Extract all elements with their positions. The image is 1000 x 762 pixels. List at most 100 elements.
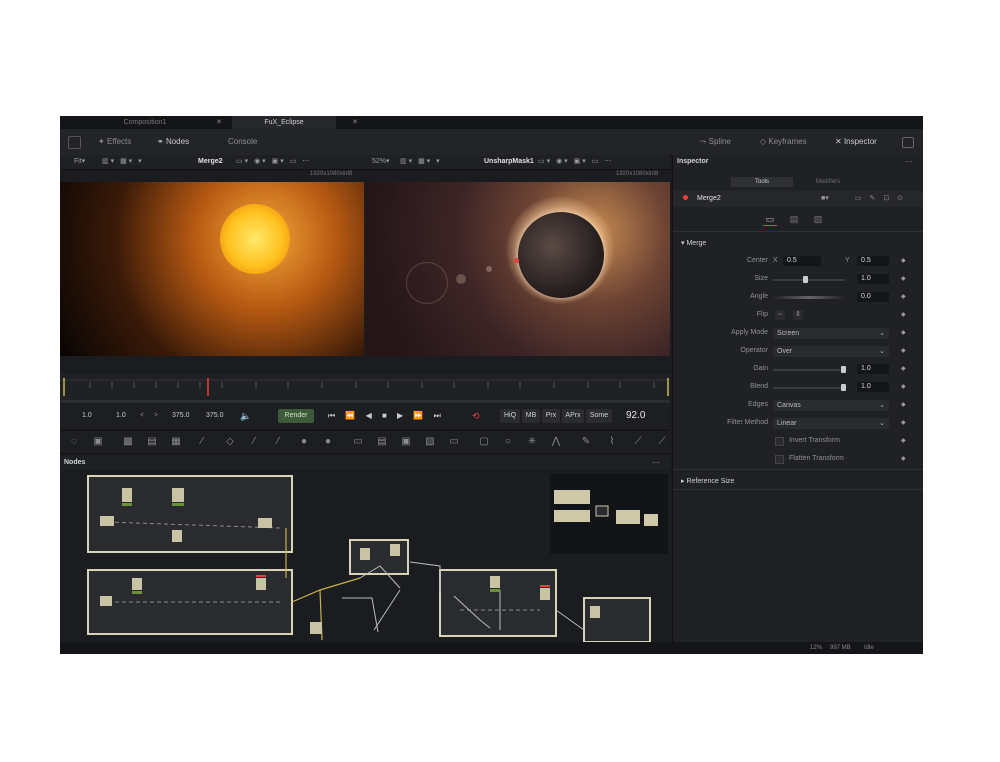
angle-field[interactable]: 0.0 — [857, 292, 889, 302]
image-tool-icon[interactable]: ▩ — [122, 436, 134, 448]
prx-button[interactable]: Prx — [542, 409, 560, 423]
keyframe-dot[interactable]: ◆ — [901, 437, 906, 444]
spline-button[interactable]: ⤳ Spline — [700, 129, 731, 155]
tab-fux-eclipse[interactable]: FuX_Eclipse ✕ — [232, 116, 358, 129]
keyframe-dot[interactable]: ◆ — [901, 329, 906, 336]
render-button[interactable]: Render — [278, 409, 314, 423]
camera-tool-icon[interactable]: ⟋ — [632, 436, 644, 448]
tab-tools[interactable]: Tools — [731, 177, 793, 187]
section-reference-toggle[interactable]: ▸ Reference Size — [681, 477, 734, 485]
bspline-tool-icon[interactable]: ⁄ — [248, 436, 260, 448]
loop-icon[interactable]: ⟲ — [472, 404, 480, 428]
some-button[interactable]: Some — [586, 409, 612, 423]
audio-icon[interactable]: 🔈 — [240, 404, 251, 428]
viewer-right[interactable] — [366, 182, 670, 356]
panel-toggle-icon[interactable] — [68, 136, 81, 149]
display-icon[interactable] — [902, 137, 914, 148]
mask-tool-icon[interactable]: ▦ — [170, 436, 182, 448]
hiq-button[interactable]: HiQ — [500, 409, 520, 423]
tracker-tool-icon[interactable]: ⋀ — [550, 436, 562, 448]
scrub-bar[interactable] — [60, 400, 670, 403]
console-button[interactable]: Console — [228, 129, 257, 155]
viewer-right-controls[interactable]: ▥▾ ▦▾ ▾ — [400, 155, 442, 169]
color-tool-icon[interactable]: ▣ — [400, 436, 412, 448]
blend-slider-handle[interactable] — [841, 384, 846, 391]
pen-tool-icon[interactable]: ✎ — [580, 436, 592, 448]
effects-button[interactable]: ✦ Effects — [98, 129, 131, 155]
warp-tool-icon[interactable]: ⌇ — [606, 436, 618, 448]
size-slider-handle[interactable] — [803, 276, 808, 283]
blend-field[interactable]: 1.0 — [857, 382, 889, 392]
settings-tab-icon[interactable]: ▤ — [787, 213, 801, 225]
viewer-left[interactable] — [60, 182, 364, 356]
step-back-icon[interactable]: < — [140, 404, 144, 428]
viewer-left-options[interactable]: ▭▾ ◉▾ ▣▾ ▭ ⋯ — [236, 155, 311, 169]
global-end-field[interactable]: 375.0 — [206, 404, 224, 428]
text-tool-icon[interactable]: ▤ — [146, 436, 158, 448]
center-y-field[interactable]: 0.5 — [857, 256, 889, 266]
transform-tab-icon[interactable]: ▧ — [811, 213, 825, 225]
shape-tool-icon[interactable]: ▢ — [478, 436, 490, 448]
paint-tool-icon[interactable]: ▣ — [92, 436, 104, 448]
aprx-button[interactable]: APrx — [562, 409, 584, 423]
operator-select[interactable]: Over ⌄ — [773, 346, 889, 357]
line-tool-icon[interactable]: ⁄ — [272, 436, 284, 448]
magic-tool-icon[interactable]: ⟋ — [656, 436, 668, 448]
keyframe-dot[interactable]: ◆ — [901, 311, 906, 318]
viewer-right-options[interactable]: ▭▾ ◉▾ ▣▾ ▭ ⋯ — [538, 155, 613, 169]
blend-slider[interactable] — [773, 387, 845, 389]
apply-mode-select[interactable]: Screen ⌄ — [773, 328, 889, 339]
gain-field[interactable]: 1.0 — [857, 364, 889, 374]
zoom-dropdown[interactable]: 52%▾ — [372, 155, 390, 169]
particle-tool-icon[interactable]: ✳ — [526, 436, 538, 448]
section-merge-toggle[interactable]: ▾ Merge — [681, 239, 706, 247]
playback-controls[interactable]: ⏮ ⏪ ◀ ■ ▶ ⏩ ⏭ — [328, 404, 445, 428]
polygon-tool-icon[interactable]: ◇ — [224, 436, 236, 448]
blur-tool-icon[interactable]: ● — [322, 436, 334, 448]
tab-composition1[interactable]: Composition1 ✕ — [60, 116, 230, 129]
node-actions[interactable]: ▭ ✎ ⊡ ⊙ — [855, 191, 906, 207]
size-field[interactable]: 1.0 — [857, 274, 889, 284]
flatten-transform-checkbox[interactable] — [775, 455, 784, 464]
center-handle[interactable] — [514, 258, 519, 263]
brush-tool-icon[interactable]: ⁄ — [196, 436, 208, 448]
mb-button[interactable]: MB — [522, 409, 540, 423]
crop-tool-icon[interactable]: ▭ — [448, 436, 460, 448]
gain-slider[interactable] — [773, 369, 845, 371]
filter-method-select[interactable]: Linear ⌄ — [773, 418, 889, 429]
keyframe-dot[interactable]: ◆ — [901, 275, 906, 282]
flip-vertical-icon[interactable]: ⇕ — [793, 310, 803, 320]
background-tool-icon[interactable]: ◌ — [68, 436, 80, 448]
render-start-field[interactable]: 1.0 — [116, 404, 126, 428]
drop-tool-icon[interactable]: ● — [298, 436, 310, 448]
close-icon[interactable]: ✕ — [216, 116, 222, 129]
nodes-menu-icon[interactable]: ⋯ — [652, 456, 660, 470]
global-start-field[interactable]: 1.0 — [82, 404, 92, 428]
keyframe-dot[interactable]: ◆ — [901, 257, 906, 264]
render-end-field[interactable]: 375.0 — [172, 404, 190, 428]
keyframe-dot[interactable]: ◆ — [901, 455, 906, 462]
controls-tab-icon[interactable]: ▭ — [763, 213, 777, 226]
node-options-icon[interactable]: ■▾ — [821, 191, 829, 207]
angle-wheel[interactable] — [773, 296, 845, 299]
resize-tool-icon[interactable]: ▧ — [424, 436, 436, 448]
node-header[interactable]: Merge2 ■▾ ▭ ✎ ⊡ ⊙ — [673, 191, 923, 207]
tab-modifiers[interactable]: Modifiers — [797, 177, 859, 187]
center-x-field[interactable]: 0.5 — [783, 256, 821, 266]
inspector-menu-icon[interactable]: ⋯ — [905, 155, 913, 169]
keyframe-dot[interactable]: ◆ — [901, 401, 906, 408]
keyframe-dot[interactable]: ◆ — [901, 365, 906, 372]
merge-tool-icon[interactable]: ▭ — [352, 436, 364, 448]
time-ruler[interactable] — [60, 374, 670, 400]
nodes-button[interactable]: ⚭ Nodes — [157, 129, 189, 155]
keyframe-dot[interactable]: ◆ — [901, 293, 906, 300]
close-icon[interactable]: ✕ — [352, 116, 358, 129]
current-frame[interactable]: 92.0 — [626, 404, 645, 428]
flip-horizontal-icon[interactable]: ⇔ — [775, 310, 785, 320]
edges-select[interactable]: Canvas ⌄ — [773, 400, 889, 411]
transform-tool-icon[interactable]: ▤ — [376, 436, 388, 448]
circle-tool-icon[interactable]: ○ — [502, 436, 514, 448]
size-slider[interactable] — [773, 279, 845, 281]
invert-transform-checkbox[interactable] — [775, 437, 784, 446]
gain-slider-handle[interactable] — [841, 366, 846, 373]
